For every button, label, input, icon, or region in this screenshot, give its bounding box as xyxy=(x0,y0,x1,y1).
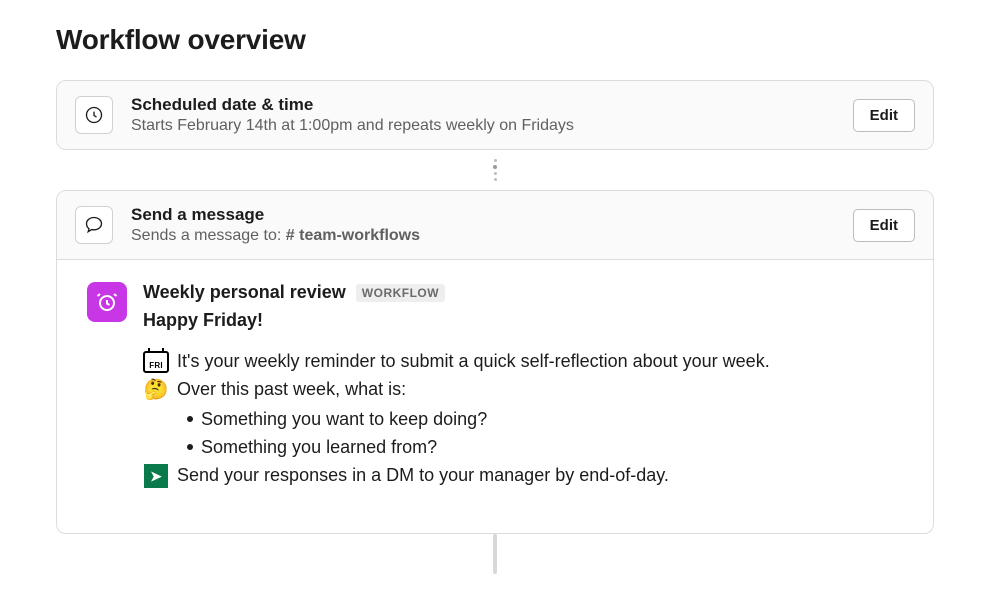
bullet-item: Something you learned from? xyxy=(187,434,903,462)
step-schedule-title: Scheduled date & time xyxy=(131,95,835,115)
step-send-message-title: Send a message xyxy=(131,205,835,225)
edit-schedule-button[interactable]: Edit xyxy=(853,99,915,132)
message-greeting: Happy Friday! xyxy=(143,307,445,334)
workflow-badge: WORKFLOW xyxy=(356,284,445,302)
message-line-reminder: It's your weekly reminder to submit a qu… xyxy=(177,348,770,376)
step-send-message: Send a message Sends a message to: # tea… xyxy=(56,190,934,534)
calendar-fri-icon: FRI xyxy=(143,349,169,375)
alarm-clock-icon xyxy=(95,290,119,314)
step-schedule: Scheduled date & time Starts February 14… xyxy=(56,80,934,150)
bullet-text: Something you want to keep doing? xyxy=(201,406,487,434)
workflow-bot-avatar xyxy=(87,282,127,322)
step-connector xyxy=(56,150,934,190)
bot-name: Weekly personal review xyxy=(143,282,346,303)
step-connector-tail xyxy=(56,534,934,574)
step-schedule-subtitle: Starts February 14th at 1:00pm and repea… xyxy=(131,117,835,135)
message-line-prompt: Over this past week, what is: xyxy=(177,376,406,404)
channel-name: # team-workflows xyxy=(286,227,420,244)
arrow-icon: ➤ xyxy=(143,463,169,489)
step-send-message-subtitle: Sends a message to: # team-workflows xyxy=(131,227,835,245)
edit-send-message-button[interactable]: Edit xyxy=(853,209,915,242)
message-preview: Weekly personal review WORKFLOW Happy Fr… xyxy=(57,259,933,533)
bullet-item: Something you want to keep doing? xyxy=(187,406,903,434)
thinking-face-icon: 🤔 xyxy=(143,377,169,403)
page-title: Workflow overview xyxy=(56,24,934,56)
bullet-text: Something you learned from? xyxy=(201,434,437,462)
clock-icon xyxy=(75,96,113,134)
chat-bubble-icon xyxy=(75,206,113,244)
message-line-send: Send your responses in a DM to your mana… xyxy=(177,462,669,490)
